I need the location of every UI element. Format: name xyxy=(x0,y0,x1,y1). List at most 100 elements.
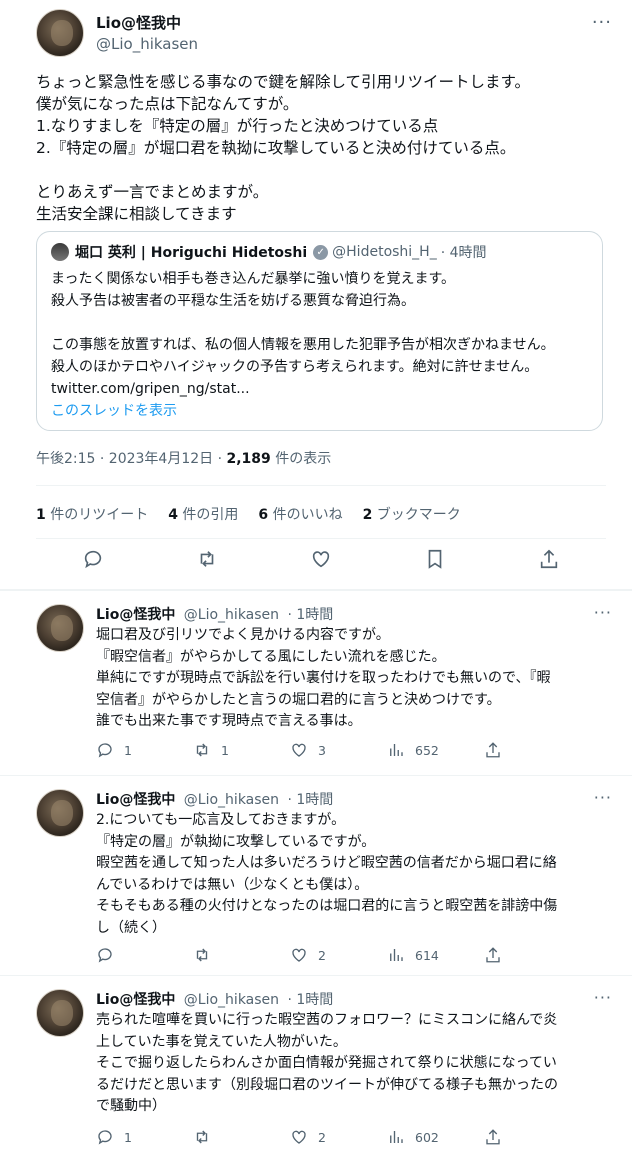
quoted-tweet-text: まったく関係ない相手も巻き込んだ暴挙に強い憤りを覚えます。 殺人予告は被害者の平… xyxy=(51,268,588,422)
reply-text-line: るだけだと思います（別段堀口君のツイートが伸びてる様子も無かったの xyxy=(96,1076,558,1093)
tweet-text-line: 生活安全課に相談してきます xyxy=(36,205,237,223)
avatar[interactable] xyxy=(36,789,84,837)
more-options-icon[interactable]: ··· xyxy=(594,990,612,1006)
reply-time[interactable]: · 1時間 xyxy=(288,792,334,808)
main-tweet-header: Lio@怪我中 @Lio_hikasen xyxy=(36,9,198,57)
retweet-icon[interactable] xyxy=(193,946,211,964)
reply-text: 堀口君及び引リツでよく見かける内容ですが。 『暇空信者』がやらかしてる風にしたい… xyxy=(96,625,606,733)
quoted-text-line: この事態を放置すれば、私の個人情報を悪用した犯罪予告が相次ぎかねません。 xyxy=(51,337,555,353)
reply-text-line: 2.についても一応言及しておきますが。 xyxy=(96,812,346,828)
quote-stat[interactable]: 4 件の引用 xyxy=(168,504,238,524)
reply-icon[interactable] xyxy=(82,548,104,570)
bookmark-icon[interactable] xyxy=(424,548,446,570)
like-stat[interactable]: 6 件のいいね xyxy=(258,504,342,524)
reply-text-line: んでいるわけでは無い（少なくとも僕は）。 xyxy=(96,876,369,893)
author-handle[interactable]: @Lio_hikasen xyxy=(184,607,279,623)
verified-badge-icon: ✓ xyxy=(313,244,329,260)
tweet-timestamp[interactable]: 午後2:15 · 2023年4月12日 · xyxy=(36,451,227,467)
share-icon[interactable] xyxy=(484,1128,502,1146)
reply-icon[interactable] xyxy=(96,741,114,759)
reply-text-line: 暇空茜を通して知った人は多いだろうけど暇空茜の信者だから堀口君に絡 xyxy=(96,855,557,871)
reply-text-line: で騒動中） xyxy=(96,1098,166,1114)
reply-text-line: そもそもある種の火付けとなったのは堀口君的に言うと暇空茜を誹謗中傷 xyxy=(96,898,558,914)
author-handle[interactable]: @Lio_hikasen xyxy=(184,792,279,808)
quoted-text-line: 殺人のほかテロやハイジャックの予告すら考えられます。絶対に許せません。 xyxy=(51,359,539,375)
like-count: 2 xyxy=(318,947,326,963)
retweet-icon[interactable] xyxy=(193,741,211,759)
like-icon[interactable] xyxy=(290,741,308,759)
retweet-stat[interactable]: 1 件のリツイート xyxy=(36,504,148,524)
views-icon[interactable] xyxy=(387,741,405,759)
tweet-text-line xyxy=(36,159,606,181)
avatar[interactable] xyxy=(36,9,84,57)
reply-text-line: 堀口君及び引リツでよく見かける内容ですが。 xyxy=(96,627,390,643)
share-icon[interactable] xyxy=(484,741,502,759)
share-icon[interactable] xyxy=(538,548,560,570)
reply-text-line: 売られた喧嘩を買いに行った暇空茜のフォロワー？にミスコンに絡んで炎 xyxy=(96,1012,558,1028)
reply-time[interactable]: · 1時間 xyxy=(288,992,334,1008)
tweet-text-line: とりあえず一言でまとめますが。 xyxy=(36,183,269,201)
retweet-icon[interactable] xyxy=(193,1128,211,1146)
more-options-icon[interactable]: ··· xyxy=(594,790,612,806)
author-handle[interactable]: @Lio_hikasen xyxy=(96,35,198,53)
quoted-tweet-header: 堀口 英利 | Horiguchi Hidetoshi ✓ @Hidetoshi… xyxy=(51,242,588,262)
reply-count: 1 xyxy=(124,742,132,758)
quoted-tweet[interactable]: 堀口 英利 | Horiguchi Hidetoshi ✓ @Hidetoshi… xyxy=(36,231,603,431)
author-name[interactable]: Lio@怪我中 xyxy=(96,607,175,623)
author-name[interactable]: Lio@怪我中 xyxy=(96,992,175,1008)
reply-text-line: そこで掘り返したらわんさか面白情報が発掘されて祭りに状態になってい xyxy=(96,1055,557,1071)
more-options-icon[interactable]: ··· xyxy=(592,14,612,32)
reply-tweet[interactable]: Lio@怪我中 @Lio_hikasen · 1時間 ··· 堀口君及び引リツで… xyxy=(0,590,632,775)
reply-text-line: 『暇空信者』がやらかしてる風にしたい流れを感じた。 xyxy=(96,648,446,665)
view-count: 2,189 xyxy=(226,451,271,467)
tweet-text: ちょっと緊急性を感じる事なので鍵を解除して引用リツイートします。 僕が気になった… xyxy=(36,71,606,225)
author-name[interactable]: Lio@怪我中 xyxy=(96,792,175,808)
reply-text-line: し（続く） xyxy=(96,919,166,936)
quoted-avatar xyxy=(51,243,69,261)
reply-time[interactable]: · 1時間 xyxy=(288,607,334,623)
retweet-count: 1 xyxy=(221,742,229,758)
like-icon[interactable] xyxy=(290,946,308,964)
like-icon[interactable] xyxy=(310,548,332,570)
retweet-icon[interactable] xyxy=(196,548,218,570)
bookmark-stat[interactable]: 2 ブックマーク xyxy=(363,504,461,524)
reply-text-line: 単純にですが現時点で訴訟を行い裏付けを取ったわけでも無いので、『暇 xyxy=(96,670,551,686)
like-count: 2 xyxy=(318,1129,326,1145)
views-icon[interactable] xyxy=(387,1128,405,1146)
show-thread-link[interactable]: このスレッドを表示 xyxy=(51,400,588,422)
reply-actions: 2 614 xyxy=(96,946,512,964)
tweet-text-line: 1.なりすましを『特定の層』が行ったと決めつけている点 xyxy=(36,117,439,135)
reply-text-line: 空信者』がやらかしたと言うの堀口君的に言うと決めつけです。 xyxy=(96,691,501,708)
reply-icon[interactable] xyxy=(96,946,114,964)
like-icon[interactable] xyxy=(290,1128,308,1146)
reply-text: 2.についても一応言及しておきますが。 『特定の層』が執拗に攻撃しているですが。… xyxy=(96,810,606,939)
avatar[interactable] xyxy=(36,604,84,652)
reply-text: 売られた喧嘩を買いに行った暇空茜のフォロワー？にミスコンに絡んで炎 上していた事… xyxy=(96,1010,606,1118)
reply-tweet[interactable]: Lio@怪我中 @Lio_hikasen · 1時間 ··· 売られた喧嘩を買い… xyxy=(0,975,632,1153)
divider xyxy=(36,538,606,539)
views-icon[interactable] xyxy=(387,946,405,964)
tweet-text-line: ちょっと緊急性を感じる事なので鍵を解除して引用リツイートします。 xyxy=(36,73,530,91)
quoted-text-line: まったく関係ない相手も巻き込んだ暴挙に強い憤りを覚えます。 xyxy=(51,271,456,287)
quoted-author-handle: @Hidetoshi_H_ xyxy=(332,244,437,260)
reply-icon[interactable] xyxy=(96,1128,114,1146)
quoted-text-line: 殺人予告は被害者の平穏な生活を妨げる悪質な脅迫行為。 xyxy=(51,293,415,309)
reply-tweet[interactable]: Lio@怪我中 @Lio_hikasen · 1時間 ··· 2.についても一応… xyxy=(0,775,632,974)
author-name[interactable]: Lio@怪我中 xyxy=(96,13,198,34)
avatar[interactable] xyxy=(36,989,84,1037)
more-options-icon[interactable]: ··· xyxy=(594,605,612,621)
like-count: 3 xyxy=(318,742,326,758)
quoted-author-name: 堀口 英利 | Horiguchi Hidetoshi xyxy=(75,245,308,261)
quoted-text-line xyxy=(51,312,588,334)
tweet-meta: 午後2:15 · 2023年4月12日 · 2,189 件の表示 xyxy=(36,448,331,468)
share-icon[interactable] xyxy=(484,946,502,964)
reply-header: Lio@怪我中 @Lio_hikasen · 1時間 xyxy=(96,789,333,809)
author-handle[interactable]: @Lio_hikasen xyxy=(184,992,279,1008)
quoted-text-line: twitter.com/gripen_ng/stat... xyxy=(51,381,250,397)
reply-text-line: 上していた事を覚えていた人物がいた。 xyxy=(96,1033,347,1050)
tweet-stats: 1 件のリツイート 4 件の引用 6 件のいいね 2 ブックマーク xyxy=(36,504,461,524)
reply-text-line: 『特定の層』が執拗に攻撃しているですが。 xyxy=(96,833,376,850)
reply-actions: 1 2 602 xyxy=(96,1128,512,1146)
view-label: 件の表示 xyxy=(270,451,332,467)
quoted-time: · 4時間 xyxy=(440,245,487,261)
